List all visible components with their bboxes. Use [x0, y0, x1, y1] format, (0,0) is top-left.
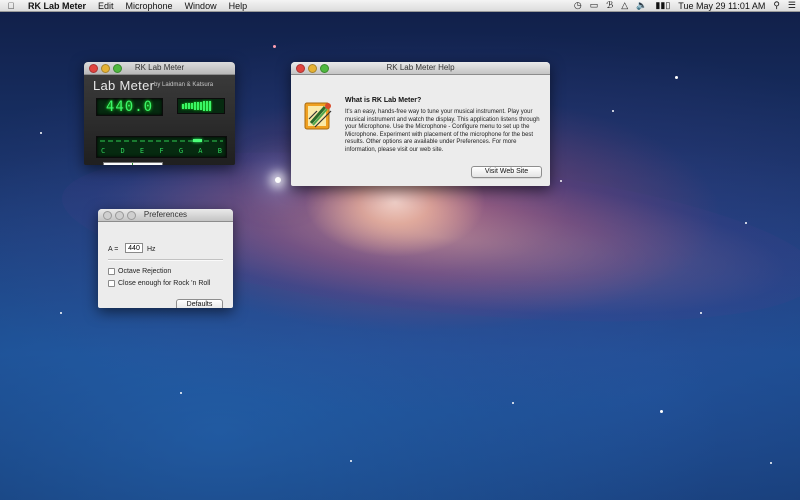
- display-icon[interactable]: ▭: [590, 0, 599, 11]
- pitch-indicator: [193, 139, 202, 142]
- zoom-button[interactable]: [320, 64, 329, 73]
- help-content: What is RK Lab Meter? It's an easy, hand…: [291, 75, 550, 186]
- octave-rejection-label: Octave Rejection: [118, 268, 172, 275]
- level-bar: [191, 102, 193, 110]
- menu-window[interactable]: Window: [179, 1, 223, 11]
- input-level-meter: [177, 98, 225, 114]
- menu-edit[interactable]: Edit: [92, 1, 120, 11]
- menu-app-name[interactable]: RK Lab Meter: [22, 1, 92, 11]
- bluetooth-icon[interactable]: ℬ: [606, 0, 613, 11]
- window-title: RK Lab Meter: [134, 63, 185, 72]
- notification-list-icon[interactable]: ☰: [788, 0, 796, 11]
- star: [512, 402, 514, 404]
- close-button[interactable]: [89, 64, 98, 73]
- star: [273, 45, 276, 48]
- octave-rejection-option[interactable]: Octave Rejection: [108, 268, 171, 275]
- zoom-button[interactable]: [113, 64, 122, 73]
- level-bar: [209, 100, 211, 112]
- level-bar: [197, 102, 199, 110]
- preferences-window: Preferences A = Hz Octave Rejection Clos…: [98, 209, 233, 308]
- lab-meter-window: RK Lab Meter Lab Meter by Laidman & Kats…: [84, 62, 235, 165]
- window-title: Preferences: [143, 210, 188, 219]
- star: [660, 410, 663, 413]
- menu-bar:  RK Lab Meter Edit Microphone Window He…: [0, 0, 800, 12]
- note-label: D: [120, 147, 125, 155]
- minimize-button[interactable]: [115, 211, 124, 220]
- level-bar: [182, 103, 184, 109]
- close-button[interactable]: [103, 211, 112, 220]
- a-reference-label: A =: [108, 246, 119, 253]
- zoom-button[interactable]: [127, 211, 136, 220]
- status-area: ◷ ▭ ℬ △ 🔈 ▮▮▯ Tue May 29 11:01 AM ⚲ ☰: [566, 0, 800, 11]
- credit-text: by Laidman & Katsura: [154, 82, 214, 88]
- note-labels: CDEFGAB: [101, 147, 222, 155]
- note-label: E: [139, 147, 145, 155]
- star: [675, 76, 678, 79]
- apple-menu-icon[interactable]: : [0, 1, 22, 11]
- a-reference-field[interactable]: [125, 243, 143, 253]
- star: [40, 132, 42, 134]
- note-label: B: [217, 147, 222, 155]
- minimize-button[interactable]: [101, 64, 110, 73]
- tuning-fork-app-icon: [304, 102, 332, 130]
- clock[interactable]: Tue May 29 11:01 AM: [678, 1, 765, 11]
- star: [180, 392, 182, 394]
- level-bar: [188, 102, 190, 110]
- preferences-titlebar[interactable]: Preferences: [98, 209, 233, 222]
- star: [612, 110, 614, 112]
- divider: [108, 259, 223, 261]
- frequency-display: 440.0: [96, 98, 163, 116]
- note-label: C: [101, 147, 106, 155]
- help-body-text: It's an easy, hands-free way to tune you…: [345, 109, 540, 153]
- rock-n-roll-option[interactable]: Close enough for Rock 'n Roll: [108, 280, 210, 287]
- star: [770, 462, 772, 464]
- volume-icon[interactable]: 🔈: [636, 0, 647, 11]
- level-bar: [206, 101, 208, 111]
- menu-help[interactable]: Help: [223, 1, 254, 11]
- level-bar: [203, 101, 205, 111]
- rock-n-roll-label: Close enough for Rock 'n Roll: [118, 280, 211, 287]
- help-heading: What is RK Lab Meter?: [345, 97, 422, 104]
- defaults-button[interactable]: Defaults: [176, 299, 223, 308]
- brand-logo: Lab Meter: [93, 78, 155, 93]
- preferences-content: A = Hz Octave Rejection Close enough for…: [98, 222, 233, 308]
- rock-n-roll-checkbox[interactable]: [108, 280, 115, 287]
- level-bar: [194, 102, 196, 110]
- window-title: RK Lab Meter Help: [386, 63, 455, 72]
- octave-rejection-checkbox[interactable]: [108, 268, 115, 275]
- star: [700, 312, 702, 314]
- note-label: A: [198, 147, 203, 155]
- cent-scale: [100, 140, 223, 142]
- spotlight-search-icon[interactable]: ⚲: [773, 0, 780, 11]
- star: [560, 180, 562, 182]
- note-display: CDEFGAB: [96, 136, 227, 158]
- battery-icon[interactable]: ▮▮▯: [655, 0, 670, 11]
- help-window: RK Lab Meter Help What is RK Lab Meter? …: [291, 62, 550, 186]
- wifi-icon[interactable]: △: [621, 0, 628, 11]
- minimize-button[interactable]: [308, 64, 317, 73]
- hz-unit-label: Hz: [147, 246, 156, 253]
- time-machine-icon[interactable]: ◷: [574, 0, 582, 11]
- tuner-needle-display: [103, 162, 163, 165]
- note-label: F: [159, 147, 164, 155]
- star: [745, 222, 747, 224]
- lab-meter-titlebar[interactable]: RK Lab Meter: [84, 62, 235, 75]
- close-button[interactable]: [296, 64, 305, 73]
- help-titlebar[interactable]: RK Lab Meter Help: [291, 62, 550, 75]
- menu-microphone[interactable]: Microphone: [120, 1, 179, 11]
- star: [60, 312, 62, 314]
- bright-star: [275, 177, 281, 183]
- level-bar: [200, 101, 202, 111]
- visit-web-site-button[interactable]: Visit Web Site: [471, 166, 542, 178]
- tuner-center-mark: [132, 163, 133, 165]
- note-label: G: [178, 147, 184, 155]
- star: [350, 460, 352, 462]
- lab-meter-panel: Lab Meter by Laidman & Katsura 440.0 C D E…: [84, 75, 235, 165]
- level-bar: [185, 103, 187, 109]
